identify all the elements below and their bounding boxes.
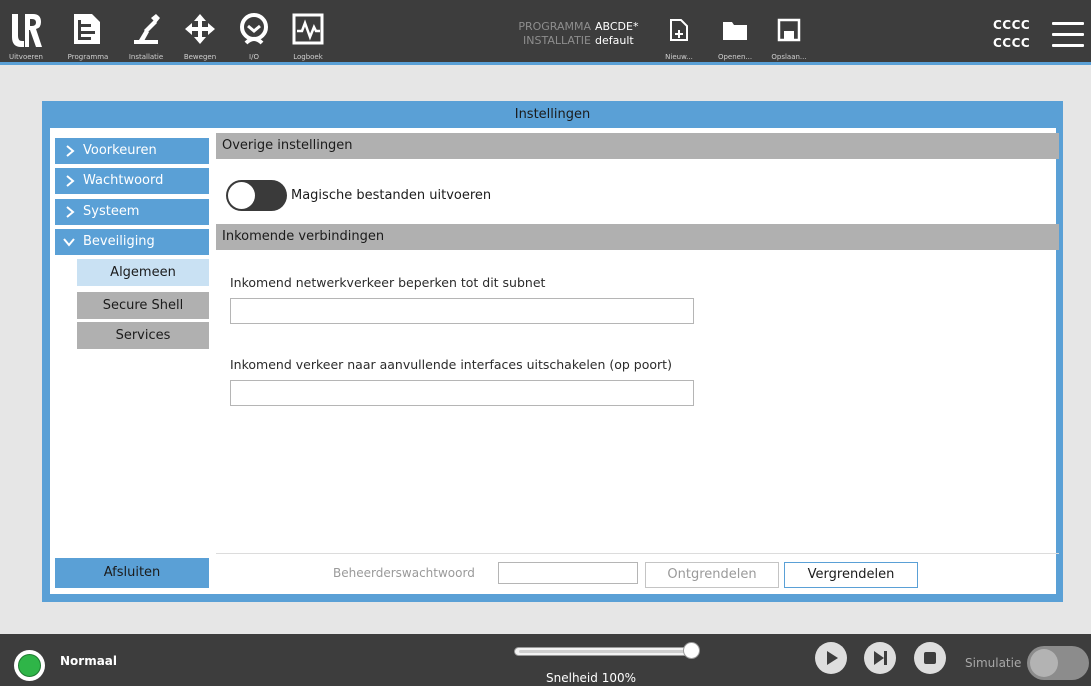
- new-program-button[interactable]: Nieuw...: [654, 14, 704, 62]
- folder-icon: [723, 22, 747, 40]
- chevron-right-icon: [66, 145, 75, 157]
- sidebar-item-systeem[interactable]: Systeem: [55, 199, 209, 225]
- ur-logo-icon: [12, 14, 42, 47]
- program-name: ABCDE*: [595, 20, 639, 33]
- chevron-down-icon: [63, 238, 75, 247]
- nav-label: Programma: [67, 53, 109, 61]
- nav-installatie-button[interactable]: Installatie: [120, 6, 172, 64]
- interfaces-label: Inkomend verkeer naar aanvullende interf…: [230, 357, 672, 372]
- nav-logboek-button[interactable]: Logboek: [282, 6, 334, 64]
- robot-arm-icon: [134, 14, 160, 44]
- section-header-overige: Overige instellingen: [216, 133, 1059, 159]
- sidebar-subitem-algemeen[interactable]: Algemeen: [77, 259, 209, 286]
- new-label: Nieuw...: [665, 53, 693, 61]
- nav-bewegen-button[interactable]: Bewegen: [174, 6, 226, 64]
- top-bar: Uitvoeren Programma Installatie Bewegen: [0, 0, 1091, 65]
- section-header-inkomend: Inkomende verbindingen: [216, 224, 1059, 250]
- exit-button[interactable]: Afsluiten: [55, 558, 209, 588]
- step-button[interactable]: [864, 642, 896, 674]
- save-label: Opslaan...: [771, 53, 807, 61]
- admin-password-label: Beheerderswachtwoord: [333, 566, 475, 580]
- save-program-button[interactable]: Opslaan...: [764, 14, 814, 62]
- play-button[interactable]: [815, 642, 847, 674]
- robot-id-line1: CCCC: [993, 18, 1031, 32]
- interfaces-input[interactable]: [230, 380, 694, 406]
- nav-label: I/O: [249, 53, 259, 61]
- open-program-button[interactable]: Openen...: [710, 14, 760, 62]
- nav-label: Installatie: [128, 53, 164, 61]
- program-info: PROGRAMMA ABCDE* INSTALLATIE default: [505, 20, 638, 48]
- toggle-knob: [228, 182, 255, 209]
- speed-slider-fill: [519, 650, 691, 653]
- simulation-label: Simulatie: [965, 656, 1022, 670]
- admin-password-input[interactable]: [498, 562, 638, 584]
- save-icon: [777, 18, 801, 42]
- sidebar-item-label: Systeem: [83, 204, 140, 219]
- unlock-button[interactable]: Ontgrendelen: [645, 562, 779, 588]
- magic-files-label: Magische bestanden uitvoeren: [291, 188, 492, 203]
- footer-divider: [216, 553, 1059, 554]
- robot-status-button[interactable]: [14, 650, 45, 681]
- sidebar-subitem-services[interactable]: Services: [77, 322, 209, 349]
- robot-id-line2: CCCC: [993, 36, 1031, 50]
- magic-files-toggle[interactable]: [226, 180, 287, 211]
- open-label: Openen...: [717, 53, 753, 61]
- stop-button[interactable]: [914, 642, 946, 674]
- nav-io-button[interactable]: I/O: [228, 6, 280, 64]
- nav-label: Logboek: [293, 53, 323, 61]
- simulation-toggle[interactable]: [1027, 646, 1089, 680]
- subnet-label: Inkomend netwerkverkeer beperken tot dit…: [230, 275, 546, 290]
- program-tree-icon: [74, 14, 100, 44]
- log-chart-icon: [292, 13, 324, 45]
- robot-status-text: Normaal: [60, 654, 118, 668]
- dialog-body: Voorkeuren Wachtwoord Systeem Beveiligin…: [50, 128, 1059, 594]
- subnet-input[interactable]: [230, 298, 694, 324]
- chevron-right-icon: [66, 175, 75, 187]
- sidebar-item-wachtwoord[interactable]: Wachtwoord: [55, 168, 209, 194]
- bottom-bar: Normaal Snelheid 100% Simulatie: [0, 634, 1091, 686]
- stop-icon: [924, 652, 936, 664]
- program-key: PROGRAMMA: [518, 20, 591, 33]
- status-indicator-icon: [18, 654, 41, 677]
- nav-uitvoeren-button[interactable]: Uitvoeren: [4, 6, 48, 64]
- sidebar-item-voorkeuren[interactable]: Voorkeuren: [55, 138, 209, 164]
- chevron-right-icon: [66, 206, 75, 218]
- speed-slider[interactable]: [514, 647, 696, 656]
- nav-label: Uitvoeren: [8, 53, 43, 61]
- toggle-knob: [1030, 649, 1058, 677]
- nav-programma-button[interactable]: Programma: [62, 6, 114, 64]
- sidebar-item-label: Voorkeuren: [83, 143, 157, 158]
- sidebar-item-beveiliging[interactable]: Beveiliging: [55, 229, 209, 255]
- move-arrows-icon: [185, 14, 215, 44]
- hamburger-menu-icon[interactable]: [1052, 22, 1084, 48]
- speed-slider-handle[interactable]: [683, 642, 700, 659]
- installation-key: INSTALLATIE: [523, 34, 591, 47]
- play-icon: [827, 651, 838, 665]
- step-icon: [874, 651, 887, 665]
- installation-name: default: [595, 34, 634, 47]
- sidebar-subitem-secure-shell[interactable]: Secure Shell: [77, 292, 209, 319]
- sidebar-item-label: Wachtwoord: [83, 173, 164, 188]
- nav-label: Bewegen: [183, 53, 217, 61]
- speed-label: Snelheid 100%: [546, 671, 636, 685]
- dialog-title: Instellingen: [514, 107, 591, 122]
- sidebar-item-label: Beveiliging: [83, 234, 155, 249]
- lock-button[interactable]: Vergrendelen: [784, 562, 918, 588]
- settings-dialog: Instellingen Voorkeuren Wachtwoord Syste…: [42, 101, 1063, 602]
- new-file-icon: [670, 19, 688, 41]
- io-icon: [240, 13, 268, 45]
